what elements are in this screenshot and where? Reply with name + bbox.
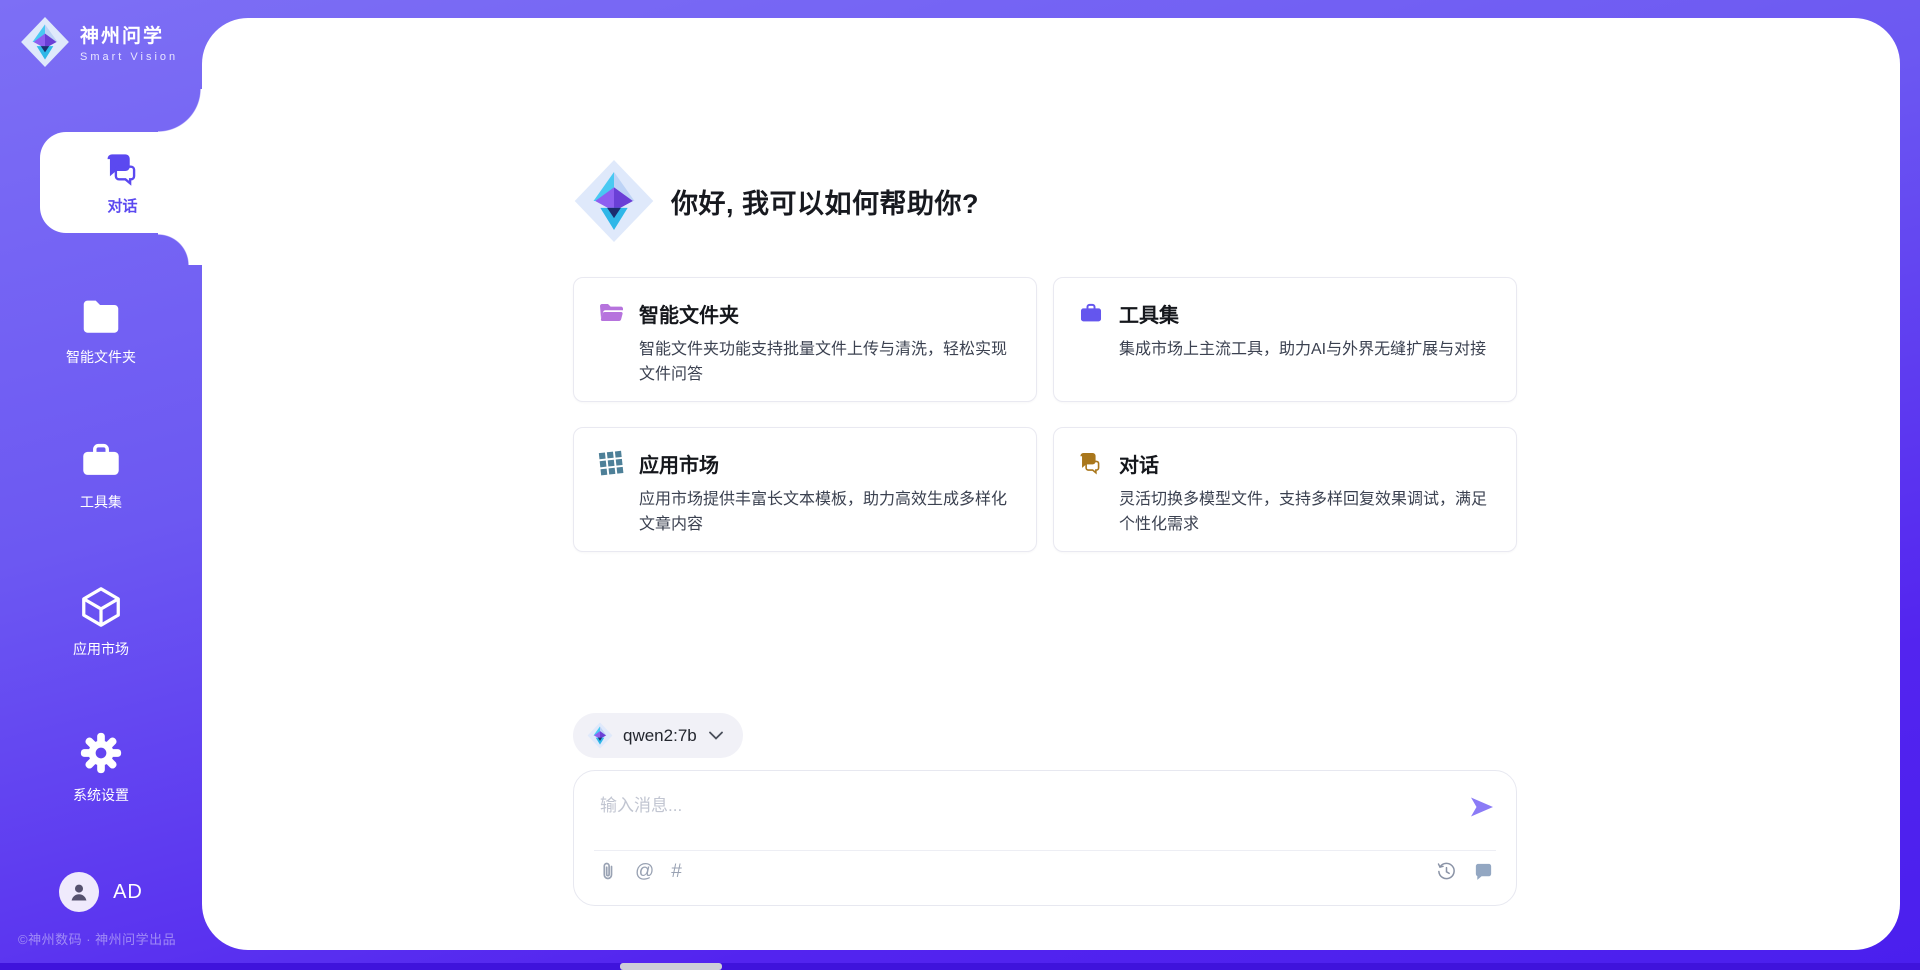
sidebar-footer: ©神州数码 · 神州问学出品: [18, 929, 176, 948]
person-icon: [67, 880, 91, 904]
tab-fillet-bottom: [158, 233, 203, 265]
avatar: [59, 872, 99, 912]
cube-icon: [78, 584, 124, 630]
card-description: 集成市场上主流工具，助力AI与外界无缝扩展与对接: [1119, 338, 1486, 363]
feature-cards: 智能文件夹 智能文件夹功能支持批量文件上传与清洗，轻松实现文件问答 工具集 集成…: [573, 277, 1517, 552]
sidebar-item-label: 系统设置: [73, 785, 129, 805]
tab-fillet-top: [158, 89, 203, 133]
sidebar-item-label: 对话: [107, 195, 137, 216]
model-logo-diamond-icon: [587, 722, 613, 749]
sidebar-item-settings[interactable]: 系统设置: [0, 730, 202, 805]
user-name: AD: [113, 881, 143, 904]
card-description: 智能文件夹功能支持批量文件上传与清洗，轻松实现文件问答: [639, 338, 1012, 388]
app-logo-diamond-icon: [20, 16, 70, 68]
app-logo-diamond-icon: [573, 158, 655, 244]
send-icon: [1468, 793, 1496, 821]
chat-bubble-icon[interactable]: [1473, 861, 1494, 882]
attachment-icon[interactable]: [598, 861, 618, 881]
sidebar-item-label: 工具集: [80, 492, 122, 512]
card-chat[interactable]: 对话 灵活切换多模型文件，支持多样回复效果调试，满足个性化需求: [1053, 427, 1517, 552]
folder-open-icon: [598, 300, 624, 326]
model-selector[interactable]: qwen2:7b: [573, 713, 743, 758]
model-name: qwen2:7b: [623, 726, 697, 746]
chevron-down-icon: [709, 731, 723, 740]
user-account[interactable]: AD: [0, 872, 202, 912]
toolbox-icon: [1078, 300, 1104, 326]
card-title: 工具集: [1119, 299, 1486, 328]
mention-icon[interactable]: @: [635, 862, 654, 881]
message-input[interactable]: [600, 791, 1460, 843]
send-button[interactable]: [1468, 793, 1496, 821]
history-icon[interactable]: [1436, 861, 1457, 882]
message-composer: @ #: [573, 770, 1517, 906]
card-toolset[interactable]: 工具集 集成市场上主流工具，助力AI与外界无缝扩展与对接: [1053, 277, 1517, 402]
card-title: 对话: [1119, 449, 1492, 478]
card-title: 应用市场: [639, 449, 1012, 478]
card-app-market[interactable]: 应用市场 应用市场提供丰富长文本模板，助力高效生成多样化文章内容: [573, 427, 1037, 552]
sidebar-item-label: 应用市场: [73, 639, 129, 659]
composer-tools-left: @ #: [598, 861, 682, 881]
toolbox-icon: [78, 437, 124, 483]
gear-icon: [78, 730, 124, 776]
scrollbar-thumb[interactable]: [620, 963, 722, 970]
chat-icon: [1078, 450, 1104, 476]
greeting-title: 你好, 我可以如何帮助你?: [671, 182, 979, 221]
greeting-row: 你好, 我可以如何帮助你?: [573, 158, 979, 244]
sidebar-item-label: 智能文件夹: [66, 347, 136, 367]
hashtag-icon[interactable]: #: [671, 862, 682, 881]
sidebar-item-chat[interactable]: 对话: [40, 132, 205, 233]
composer-tools-right: [1436, 861, 1494, 882]
app-tagline: Smart Vision: [80, 51, 178, 63]
composer-divider: [594, 850, 1496, 851]
card-description: 灵活切换多模型文件，支持多样回复效果调试，满足个性化需求: [1119, 488, 1492, 538]
sidebar-item-smart-folder[interactable]: 智能文件夹: [0, 292, 202, 367]
app-logo: 神州问学 Smart Vision: [20, 16, 178, 68]
chat-icon: [104, 150, 142, 188]
grid-icon: [597, 449, 626, 478]
folder-icon: [78, 292, 124, 338]
main-panel: 你好, 我可以如何帮助你? 智能文件夹 智能文件夹功能支持批量文件上传与清洗，轻…: [202, 18, 1900, 950]
app-name: 神州问学: [80, 21, 178, 48]
card-smart-folder[interactable]: 智能文件夹 智能文件夹功能支持批量文件上传与清洗，轻松实现文件问答: [573, 277, 1037, 402]
card-title: 智能文件夹: [639, 299, 1012, 328]
sidebar-item-toolset[interactable]: 工具集: [0, 437, 202, 512]
sidebar-item-app-market[interactable]: 应用市场: [0, 584, 202, 659]
card-description: 应用市场提供丰富长文本模板，助力高效生成多样化文章内容: [639, 488, 1012, 538]
horizontal-scrollbar[interactable]: [0, 963, 1920, 970]
